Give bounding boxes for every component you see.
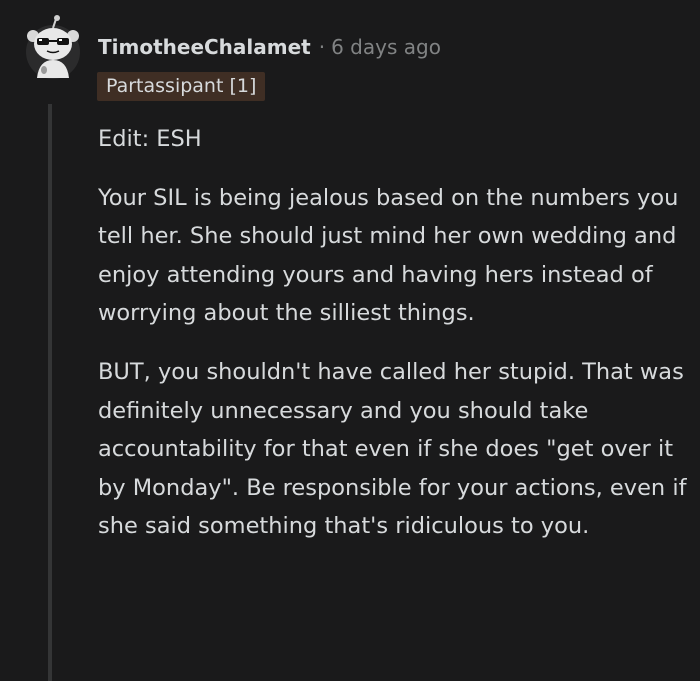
comment-paragraph: BUT, you shouldn't have called her stupi… [98, 358, 687, 540]
comment-paragraph: Your SIL is being jealous based on the n… [98, 184, 679, 327]
comment-body: Edit: ESH Your SIL is being jealous base… [98, 120, 688, 566]
comment-paragraph: Edit: ESH [98, 126, 202, 152]
snoo-avatar-icon [26, 15, 80, 79]
meta-separator: · [318, 35, 326, 59]
user-flair: Partassipant [1] [97, 72, 266, 101]
username-link[interactable]: TimotheeChalamet [98, 35, 311, 59]
comment: TimotheeChalamet · 6 days ago Partassipa… [0, 0, 700, 681]
user-avatar-icon[interactable] [23, 14, 83, 82]
comment-header: TimotheeChalamet · 6 days ago [98, 34, 441, 60]
thread-collapse-line[interactable] [48, 104, 52, 681]
timestamp-link[interactable]: 6 days ago [331, 35, 441, 59]
